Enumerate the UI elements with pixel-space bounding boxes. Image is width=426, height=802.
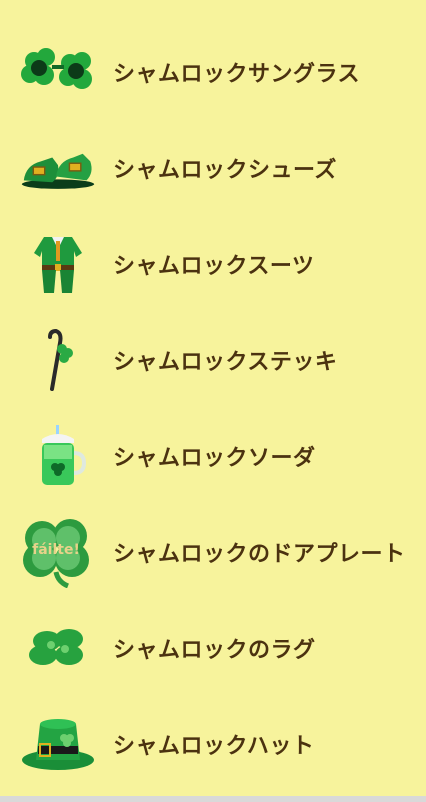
door-plate-sign-text: fáilte!	[32, 542, 80, 558]
bottom-edge	[0, 796, 426, 802]
item-label: シャムロックサングラス	[113, 62, 361, 87]
list-item[interactable]: シャムロックステッキ	[0, 312, 426, 408]
shamrock-hat-icon	[20, 712, 96, 776]
list-item[interactable]: シャムロックのラグ	[0, 600, 426, 696]
item-label: シャムロックシューズ	[113, 158, 337, 183]
item-label: シャムロックハット	[113, 734, 315, 759]
list-item[interactable]: シャムロックシューズ	[0, 120, 426, 216]
shamrock-suit-icon	[20, 232, 96, 296]
item-list: シャムロックサングラス シャムロックシューズ シャムロックスーツ シャムロックス…	[0, 24, 426, 792]
item-label: シャムロックスーツ	[113, 254, 315, 279]
shamrock-soda-icon	[20, 424, 96, 488]
shamrock-cane-icon	[20, 328, 96, 392]
item-label: シャムロックのドアプレート	[113, 542, 406, 567]
list-item[interactable]: シャムロックサングラス	[0, 24, 426, 120]
shamrock-sunglasses-icon	[20, 40, 96, 104]
item-label: シャムロックソーダ	[113, 446, 316, 471]
list-item[interactable]: シャムロックスーツ	[0, 216, 426, 312]
item-label: シャムロックステッキ	[113, 350, 338, 375]
shamrock-shoes-icon	[20, 136, 96, 200]
item-label: シャムロックのラグ	[113, 638, 316, 663]
list-item[interactable]: シャムロックハット	[0, 696, 426, 792]
list-item[interactable]: fáilte! シャムロックのドアプレート	[0, 504, 426, 600]
shamrock-door-plate-icon: fáilte!	[20, 519, 96, 588]
shamrock-rug-icon	[20, 616, 96, 680]
list-item[interactable]: シャムロックソーダ	[0, 408, 426, 504]
